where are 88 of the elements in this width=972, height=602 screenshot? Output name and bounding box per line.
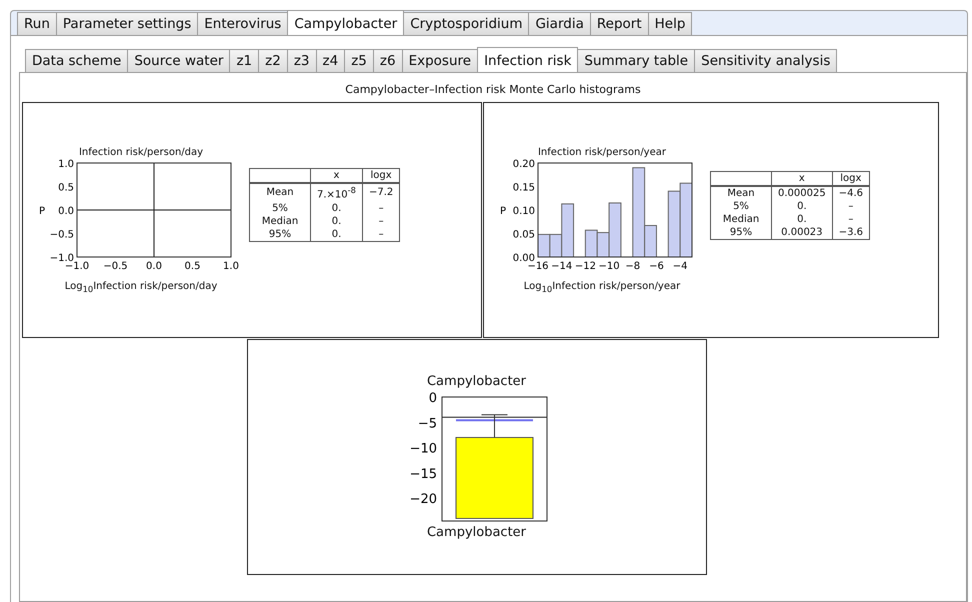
tick-label: 0.20 xyxy=(512,158,535,170)
table-cell: 7.×10$^{-8}$ xyxy=(310,183,362,202)
tick-label: −1.0 xyxy=(64,260,90,272)
tab[interactable]: Parameter settings xyxy=(56,12,198,35)
tab[interactable]: z3 xyxy=(286,49,316,72)
chart-title: Infection risk/person/day xyxy=(78,146,204,158)
tab[interactable]: Sensitivity analysis xyxy=(694,49,838,72)
tab[interactable]: Campylobacter xyxy=(287,10,404,35)
tick-label: 0.10 xyxy=(512,206,535,216)
tick-label: −0.5 xyxy=(50,229,74,240)
table-cell: −7.2 xyxy=(362,183,400,202)
table-cell: 0. xyxy=(310,214,362,228)
table-cell: – xyxy=(362,214,400,228)
tick-label: −0.5 xyxy=(103,260,128,272)
tick-label: 0.0 xyxy=(58,206,74,216)
tick-label: 0.5 xyxy=(58,182,74,193)
tick-label: 1.0 xyxy=(58,158,74,170)
table-cell: 0. xyxy=(772,212,832,226)
axis-label: Log$_{10}$Infection risk/person/day xyxy=(64,280,218,294)
row-label: 95% xyxy=(710,226,772,239)
row-label: Mean xyxy=(250,183,310,202)
table-cell: −4.6 xyxy=(832,186,870,200)
tab[interactable]: Giardia xyxy=(528,12,591,35)
column-header: logx xyxy=(832,171,870,186)
tab[interactable]: Source water xyxy=(127,49,230,72)
tick-label: −20 xyxy=(409,492,436,508)
table-cell xyxy=(710,171,772,186)
tick-label: 0.5 xyxy=(184,260,200,272)
tick-label: −12 xyxy=(574,260,596,272)
axis-label: P xyxy=(500,206,506,216)
panel-title: Campylobacter–Infection risk Monte Carlo histograms xyxy=(344,82,642,98)
table-cell: 0. xyxy=(310,228,362,242)
table-cell xyxy=(250,168,310,184)
tick-label: −4 xyxy=(672,260,688,272)
chart-title: Campylobacter xyxy=(426,374,526,389)
tab[interactable]: z4 xyxy=(316,49,346,72)
tab[interactable]: z5 xyxy=(344,49,374,72)
tick-label: −10 xyxy=(598,260,620,272)
tick-label: 0.15 xyxy=(512,182,535,193)
chart-title: Infection risk/person/year xyxy=(538,146,666,158)
column-header: x xyxy=(310,168,362,184)
table-cell: – xyxy=(362,228,400,242)
table-cell: 0.000025 xyxy=(772,186,832,200)
tick-label: −16 xyxy=(527,260,549,272)
column-header: x xyxy=(772,171,832,186)
histogram-bar xyxy=(538,233,550,257)
row-label: 5% xyxy=(250,202,310,215)
tick-label: 0.00 xyxy=(512,252,535,264)
tick-label: 1.0 xyxy=(223,260,239,272)
histogram-bar xyxy=(668,190,681,257)
table-cell: 0. xyxy=(310,202,362,215)
table-cell: 0. xyxy=(772,200,832,212)
axis-label: Log$_{10}$Infection risk/person/year xyxy=(524,280,680,294)
tab[interactable]: Help xyxy=(648,12,692,35)
tab[interactable]: Exposure xyxy=(402,49,478,72)
histogram-bar xyxy=(584,229,598,257)
table-cell: −3.6 xyxy=(832,226,870,239)
tab[interactable]: Enterovirus xyxy=(197,12,288,35)
table-cell: – xyxy=(832,200,870,212)
tab[interactable]: Report xyxy=(590,12,649,35)
row-label: Mean xyxy=(710,186,772,200)
tick-label: −15 xyxy=(409,466,436,482)
axis-label: P xyxy=(39,206,46,216)
table-cell: 0.00023 xyxy=(772,226,832,239)
tab[interactable]: Data scheme xyxy=(25,49,128,72)
tick-label: −14 xyxy=(551,260,572,272)
tab[interactable]: Summary table xyxy=(577,49,696,72)
row-label: 5% xyxy=(710,200,772,212)
tick-label: −5 xyxy=(417,416,436,432)
tick-label: 0 xyxy=(428,391,436,406)
category-label: Campylobacter xyxy=(426,525,526,540)
column-header: logx xyxy=(362,168,400,184)
tick-label: 0.0 xyxy=(146,260,162,272)
tick-label: −8 xyxy=(625,260,640,272)
tab[interactable]: z6 xyxy=(372,49,403,72)
table-cell: – xyxy=(362,202,400,215)
tick-label: −10 xyxy=(409,442,436,457)
tab[interactable]: z1 xyxy=(229,49,260,72)
tab[interactable]: Run xyxy=(17,12,57,35)
tick-label: 0.05 xyxy=(512,229,535,240)
tick-label: −6 xyxy=(649,260,664,272)
table-cell: – xyxy=(832,212,870,226)
tab[interactable]: Cryptosporidium xyxy=(403,12,530,35)
row-label: 95% xyxy=(250,228,310,242)
tick-label: −1.0 xyxy=(50,252,74,264)
row-label: Median xyxy=(250,214,310,228)
row-label: Median xyxy=(710,212,772,226)
tab[interactable]: z2 xyxy=(258,49,288,72)
